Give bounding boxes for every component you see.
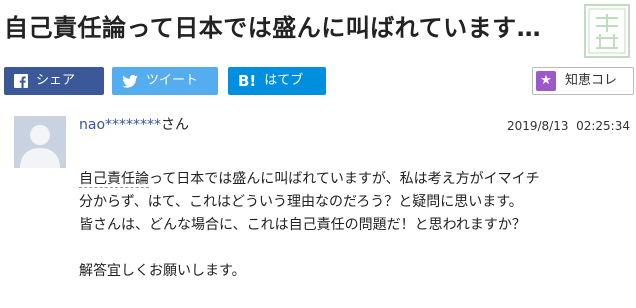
chiekore-button[interactable]: ★ 知恵コレ (532, 67, 634, 95)
avatar-icon (14, 116, 66, 168)
facebook-icon (14, 74, 28, 88)
body-line: 分からず、はて、これはどういう理由なのだろう？と疑問に思います。 (79, 194, 523, 210)
question-title: 自己責任論って日本では盛んに叫ばれています… (4, 14, 542, 42)
twitter-icon (122, 74, 138, 88)
question-body: 自己責任論って日本では盛んに叫ばれていますが、私は考え方がイマイチ 分からず、は… (79, 168, 631, 283)
facebook-share-label: シェア (36, 73, 76, 88)
honorific: さん (161, 117, 190, 133)
body-line: 皆さんは、どんな場合に、これは自己責任の問題だ！と思われますか？ (79, 217, 526, 233)
body-line: 自己責任論って日本では盛んに叫ばれていますが、私は考え方がイマイチ (79, 168, 631, 191)
keyword-link[interactable]: 自己責任論 (79, 171, 149, 188)
facebook-share-button[interactable]: シェア (4, 67, 104, 95)
hatena-icon: B! (238, 72, 257, 90)
stamp-icon (584, 4, 630, 58)
body-line: 解答宜しくお願いします。 (79, 263, 246, 279)
post-timestamp: 2019/8/13 02:25:34 (506, 119, 630, 133)
twitter-share-button[interactable]: ツイート (112, 67, 218, 95)
username-link[interactable]: nao******** (79, 117, 161, 133)
avatar (14, 116, 66, 168)
twitter-share-label: ツイート (146, 73, 199, 88)
star-icon: ★ (536, 71, 556, 91)
hatena-share-label: はてブ (264, 73, 304, 88)
post-author: nao********さん (79, 115, 189, 135)
body-line-text: って日本では盛んに叫ばれていますが、私は考え方がイマイチ (149, 171, 540, 187)
hatena-bookmark-button[interactable]: B! はてブ (228, 67, 326, 95)
chiekore-label: 知恵コレ (565, 73, 618, 88)
